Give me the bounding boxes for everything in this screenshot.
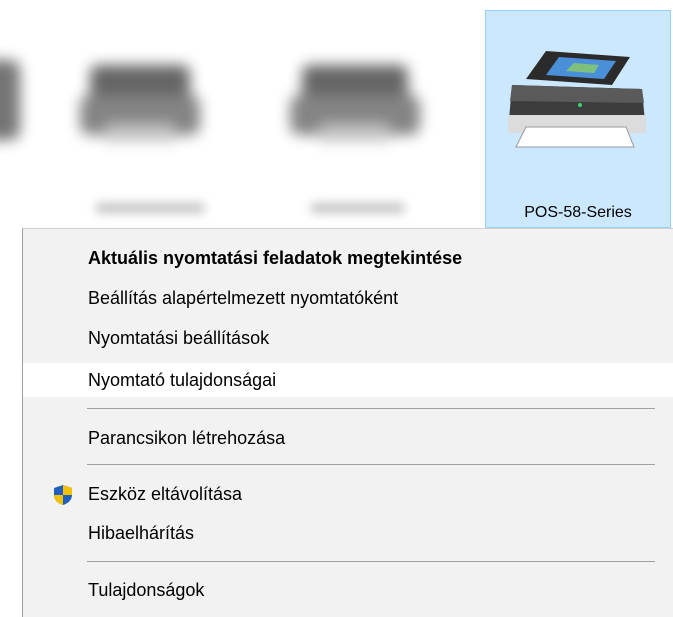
- menu-item-label: Aktuális nyomtatási feladatok megtekinté…: [88, 248, 463, 268]
- menu-item-label: Nyomtatási beállítások: [88, 328, 270, 348]
- menu-separator: [87, 561, 655, 562]
- printer-tile-selected[interactable]: POS-58-Series: [485, 10, 671, 228]
- menu-item-label: Tulajdonságok: [88, 580, 205, 600]
- menu-item-printer-properties[interactable]: Nyomtató tulajdonságai: [23, 363, 673, 397]
- menu-item-label: Hibaelhárítás: [88, 523, 195, 543]
- shield-icon: [54, 485, 72, 505]
- menu-item-troubleshoot[interactable]: Hibaelhárítás: [23, 516, 673, 550]
- menu-item-remove-device[interactable]: Eszköz eltávolítása: [23, 477, 673, 511]
- menu-item-label: Beállítás alapértelmezett nyomtatóként: [88, 288, 399, 308]
- menu-separator: [87, 408, 655, 409]
- printer-icon: [508, 51, 646, 148]
- blurred-device-label: [310, 203, 405, 213]
- blurred-printer-icon[interactable]: [80, 55, 200, 145]
- blurred-printer-icon[interactable]: [0, 60, 20, 140]
- printer-name-label: POS-58-Series: [524, 204, 632, 221]
- blurred-printer-icon[interactable]: [290, 55, 420, 145]
- devices-area: POS-58-Series: [0, 0, 673, 228]
- menu-item-view-print-jobs[interactable]: Aktuális nyomtatási feladatok megtekinté…: [23, 241, 673, 275]
- blurred-device-label: [95, 203, 205, 213]
- menu-item-label: Eszköz eltávolítása: [88, 484, 243, 504]
- menu-item-properties[interactable]: Tulajdonságok: [23, 573, 673, 607]
- context-menu: Aktuális nyomtatási feladatok megtekinté…: [22, 228, 673, 617]
- menu-item-create-shortcut[interactable]: Parancsikon létrehozása: [23, 421, 673, 455]
- menu-item-label: Parancsikon létrehozása: [88, 428, 286, 448]
- menu-item-set-default-printer[interactable]: Beállítás alapértelmezett nyomtatóként: [23, 281, 673, 315]
- menu-separator: [87, 464, 655, 465]
- menu-item-label: Nyomtató tulajdonságai: [88, 370, 277, 390]
- menu-item-printing-preferences[interactable]: Nyomtatási beállítások: [23, 321, 673, 355]
